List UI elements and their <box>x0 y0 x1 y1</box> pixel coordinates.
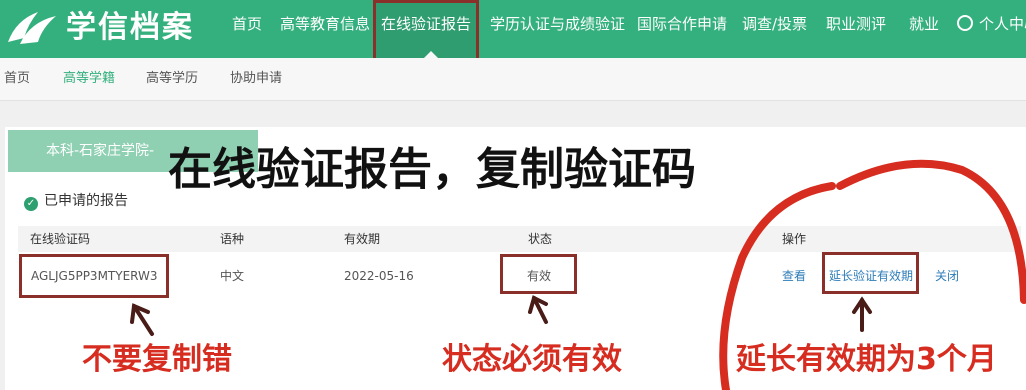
arrow-to-extend-icon <box>852 296 872 332</box>
arrow-to-code-icon <box>130 303 154 336</box>
arrow-to-status-icon <box>528 295 548 324</box>
copy-warning-annotation: 不要复制错 <box>82 342 232 377</box>
status-note-annotation: 状态必须有效 <box>442 342 622 377</box>
extend-note-annotation: 延长有效期为3个月 <box>736 342 997 377</box>
annotation-drawings <box>130 159 1026 390</box>
